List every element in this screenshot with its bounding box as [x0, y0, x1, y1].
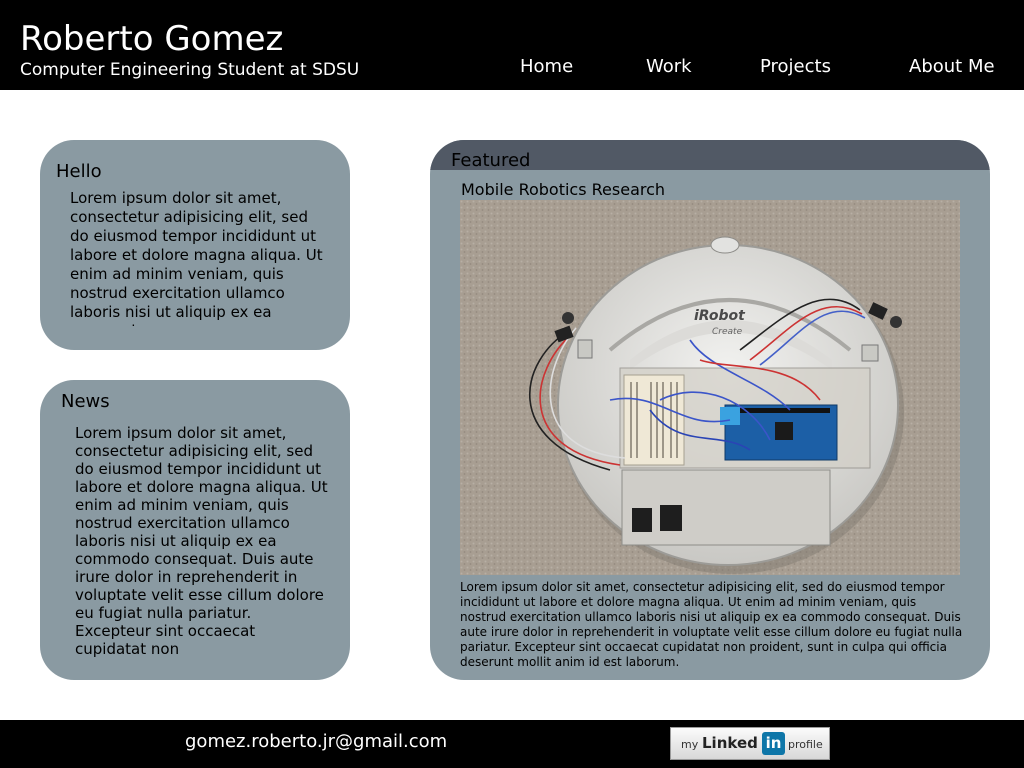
nav-link-projects[interactable]: Projects: [760, 55, 831, 79]
site-name: Roberto Gomez: [20, 19, 284, 59]
nav-link-home[interactable]: Home: [520, 55, 573, 79]
robot-logo: iRobot: [694, 308, 746, 324]
featured-panel: Featured Mobile Robotics Research iRobot…: [430, 140, 990, 680]
site-header: Roberto Gomez Computer Engineering Stude…: [0, 0, 1024, 90]
linkedin-badge-profile: profile: [788, 738, 823, 751]
linkedin-badge-linked: Linked: [702, 734, 758, 752]
project-title[interactable]: Mobile Robotics Research: [461, 180, 665, 200]
hello-text: Lorem ipsum dolor sit amet, consectetur …: [70, 189, 323, 326]
arduino-chip: [775, 422, 793, 440]
robot-sensor-dome: [710, 236, 740, 254]
site-footer: gomez.roberto.jr@gmail.com my Linked in …: [0, 720, 1024, 768]
hello-title: Hello: [56, 161, 102, 182]
site-tagline: Computer Engineering Student at SDSU: [20, 60, 360, 80]
linkedin-in-icon: in: [762, 732, 785, 755]
project-photo[interactable]: iRobot Create: [460, 200, 960, 575]
cargo-bay-slot-right: [660, 505, 682, 531]
news-panel: News Lorem ipsum dolor sit amet, consect…: [40, 380, 350, 680]
news-text: Lorem ipsum dolor sit amet, consectetur …: [75, 424, 328, 658]
news-title: News: [61, 391, 110, 412]
cargo-bay: [621, 469, 831, 546]
robot-logo-sub: Create: [712, 327, 743, 337]
breadboard: [623, 374, 685, 466]
hello-panel: Hello Lorem ipsum dolor sit amet, consec…: [40, 140, 350, 350]
cargo-bay-slot-left: [632, 508, 652, 532]
featured-title: Featured: [451, 150, 531, 171]
nav-link-about-me[interactable]: About Me: [909, 55, 995, 79]
linkedin-profile-button[interactable]: my Linked in profile: [670, 727, 830, 760]
project-description: Lorem ipsum dolor sit amet, consectetur …: [460, 580, 963, 669]
email-link[interactable]: gomez.roberto.jr@gmail.com: [185, 730, 447, 754]
nav-link-work[interactable]: Work: [646, 55, 692, 79]
linkedin-badge-my: my: [681, 738, 699, 751]
blue-sensor-module: [720, 407, 740, 425]
